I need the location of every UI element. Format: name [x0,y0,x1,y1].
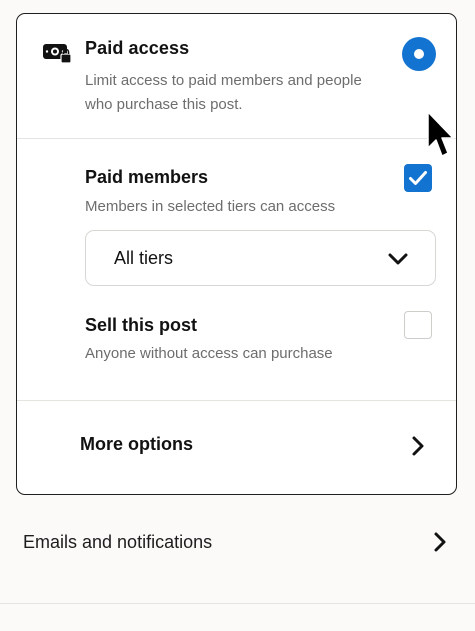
emails-notifications-row[interactable]: Emails and notifications [0,510,475,574]
paid-members-description: Members in selected tiers can access [85,198,336,215]
tiers-dropdown-value: All tiers [114,248,174,268]
emails-notifications-label: Emails and notifications [23,532,213,552]
chevron-right-icon [434,532,446,552]
paid-access-radio[interactable] [402,37,436,71]
paid-access-description: Limit access to paid members and people … [85,72,362,113]
paid-access-title: Paid access [85,38,190,58]
more-options-label: More options [80,434,193,454]
checkmark-icon [409,171,427,185]
tiers-dropdown[interactable]: All tiers [85,230,436,286]
paid-access-option[interactable]: Paid access Limit access to paid members… [17,14,456,138]
chevron-right-icon [412,436,424,456]
sell-post-checkbox[interactable] [404,311,432,339]
sell-post-title: Sell this post [85,315,198,335]
paid-access-card: Paid access Limit access to paid members… [16,13,457,495]
divider [0,603,475,604]
paid-members-title: Paid members [85,167,209,187]
paid-members-checkbox[interactable] [404,164,432,192]
sell-post-description: Anyone without access can purchase [85,345,333,362]
money-lock-icon [43,44,72,64]
more-options-row[interactable]: More options [17,401,456,494]
divider [17,138,456,139]
chevron-down-icon [388,253,408,265]
